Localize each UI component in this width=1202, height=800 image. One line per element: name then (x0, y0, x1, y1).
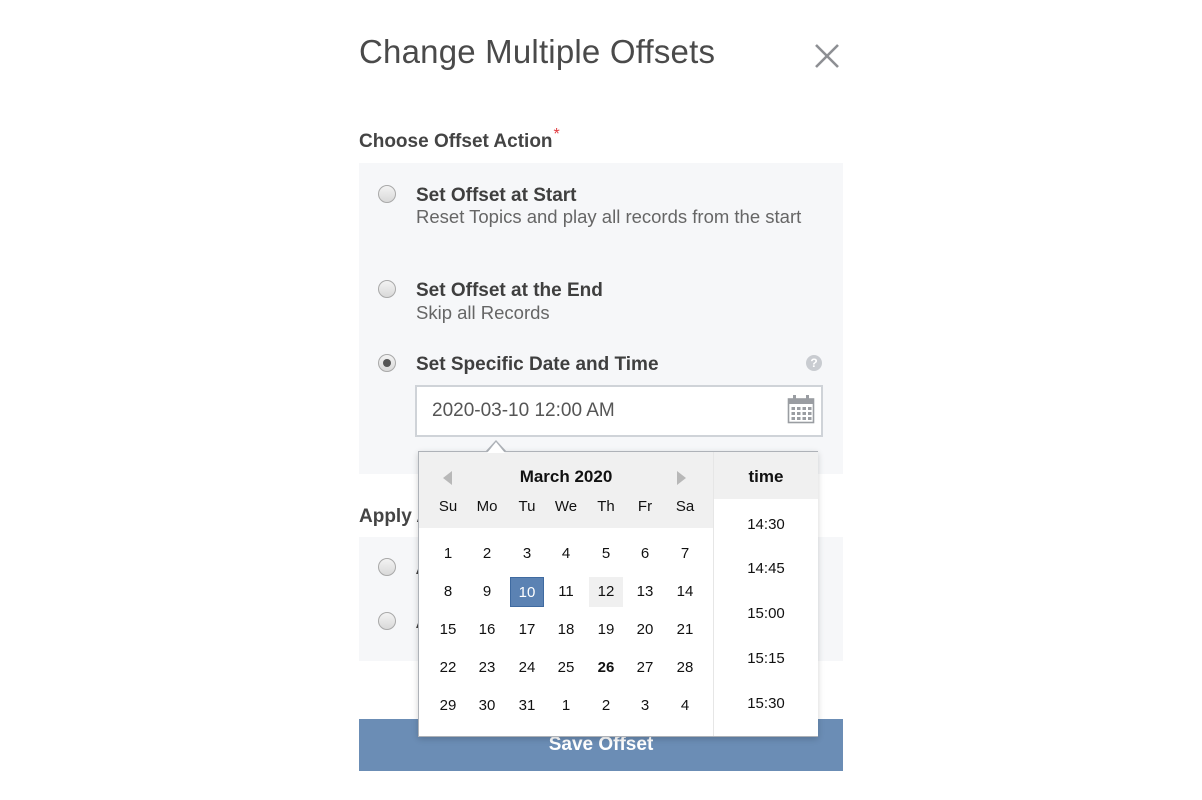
time-option[interactable]: 15:00 (714, 605, 818, 622)
help-icon[interactable]: ? (806, 355, 822, 371)
calendar-day[interactable]: 12 (589, 577, 623, 607)
time-option[interactable]: 15:15 (714, 650, 818, 667)
option-title-start: Set Offset at Start (416, 185, 577, 206)
calendar-day[interactable]: 3 (628, 691, 662, 721)
calendar-day[interactable]: 1 (549, 691, 583, 721)
calendar-day[interactable]: 4 (549, 539, 583, 569)
calendar-day[interactable]: 7 (668, 539, 702, 569)
weekday-we: We (554, 498, 578, 515)
calendar-day[interactable]: 21 (668, 615, 702, 645)
calendar-day[interactable]: 9 (470, 577, 504, 607)
calendar-day[interactable]: 3 (510, 539, 544, 569)
calendar-header: March 2020 (419, 452, 713, 528)
calendar-day[interactable]: 18 (549, 615, 583, 645)
calendar-day[interactable]: 17 (510, 615, 544, 645)
calendar-day[interactable]: 29 (431, 691, 465, 721)
calendar-day[interactable]: 4 (668, 691, 702, 721)
calendar-day[interactable]: 25 (549, 653, 583, 683)
weekday-mo: Mo (476, 498, 498, 515)
offset-action-label: Choose Offset Action* (359, 126, 560, 153)
calendar-day[interactable]: 10 (510, 577, 544, 607)
time-label: time (748, 467, 784, 486)
option-desc-end: Skip all Records (416, 302, 550, 323)
radio-specific-date[interactable] (378, 354, 396, 372)
weekday-tu: Tu (518, 498, 536, 515)
close-icon[interactable] (813, 42, 841, 70)
next-month-icon[interactable] (677, 471, 686, 485)
datetime-picker: March 2020 Su Mo Tu We Th Fr Sa 1 2 3 4 5 6 7 8 9 10 11 1… (418, 451, 818, 737)
option-title-end: Set Offset at the End (416, 280, 603, 301)
calendar-day[interactable]: 2 (589, 691, 623, 721)
calendar-day[interactable]: 31 (510, 691, 544, 721)
calendar-day[interactable]: 30 (470, 691, 504, 721)
calendar-day[interactable]: 8 (431, 577, 465, 607)
time-option[interactable]: 14:45 (714, 560, 818, 577)
calendar-day[interactable]: 14 (668, 577, 702, 607)
calendar-day[interactable]: 19 (589, 615, 623, 645)
calendar-day[interactable]: 20 (628, 615, 662, 645)
calendar-day[interactable]: 13 (628, 577, 662, 607)
calendar-icon[interactable] (787, 394, 815, 424)
calendar-day[interactable]: 16 (470, 615, 504, 645)
time-option[interactable]: 15:30 (714, 695, 818, 712)
option-desc-start: Reset Topics and play all records from t… (416, 206, 802, 227)
calendar-day[interactable]: 22 (431, 653, 465, 683)
month-label: March 2020 (519, 467, 613, 486)
calendar-day[interactable]: 6 (628, 539, 662, 569)
weekday-th: Th (597, 498, 615, 515)
calendar-day[interactable]: 15 (431, 615, 465, 645)
radio-offset-start[interactable] (378, 185, 396, 203)
radio-offset-end[interactable] (378, 280, 396, 298)
required-mark: * (553, 126, 560, 143)
weekday-sa: Sa (675, 498, 695, 515)
dialog-title: Change Multiple Offsets (359, 33, 716, 70)
calendar-day[interactable]: 27 (628, 653, 662, 683)
offset-action-label-text: Choose Offset Action (359, 131, 553, 152)
radio-apply-option-2[interactable] (378, 612, 396, 630)
calendar-day[interactable]: 26 (589, 653, 623, 683)
time-header: time (714, 452, 818, 499)
date-time-input[interactable]: 2020-03-10 12:00 AM (415, 385, 823, 437)
calendar-day[interactable]: 23 (470, 653, 504, 683)
radio-apply-option-1[interactable] (378, 558, 396, 576)
weekday-fr: Fr (637, 498, 653, 515)
calendar-day[interactable]: 11 (549, 577, 583, 607)
time-list[interactable]: 14:30 14:45 15:00 15:15 15:30 (714, 499, 818, 736)
calendar-day[interactable]: 1 (431, 539, 465, 569)
time-option[interactable]: 14:30 (714, 516, 818, 533)
picker-pointer-inner (487, 442, 505, 453)
weekday-su: Su (438, 498, 458, 515)
calendar-day[interactable]: 5 (589, 539, 623, 569)
option-title-specific: Set Specific Date and Time (416, 354, 659, 375)
calendar-day[interactable]: 24 (510, 653, 544, 683)
calendar-day[interactable]: 28 (668, 653, 702, 683)
calendar-day[interactable]: 2 (470, 539, 504, 569)
